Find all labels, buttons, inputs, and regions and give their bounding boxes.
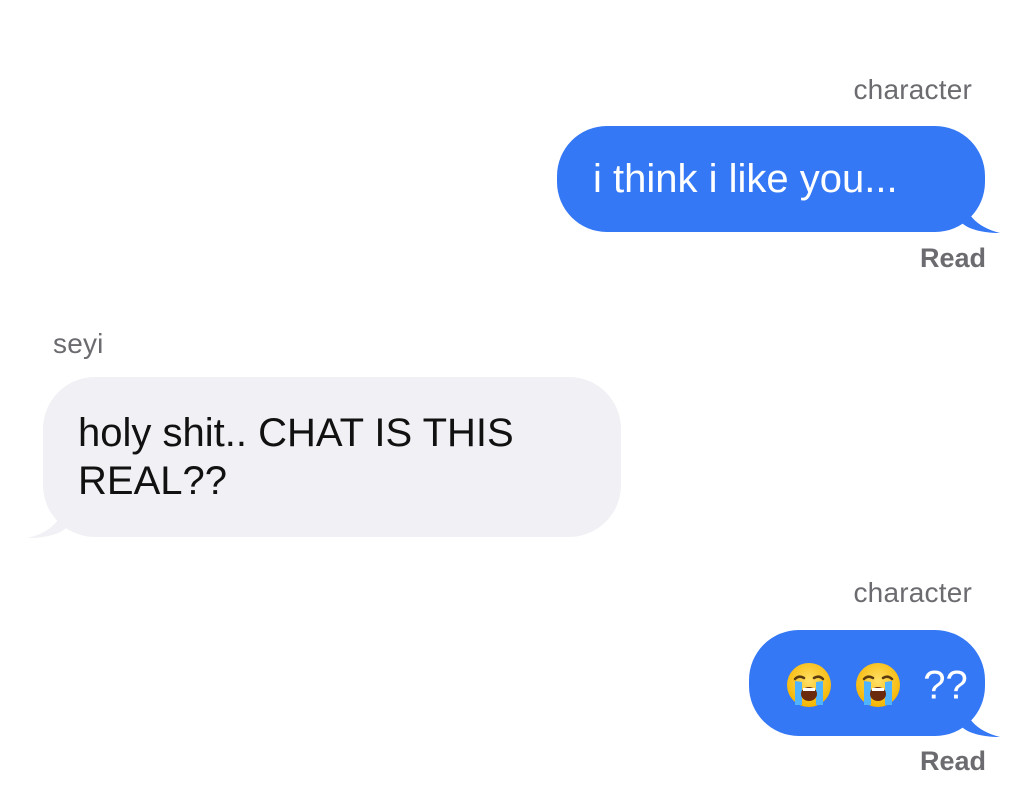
message-bubble-outgoing[interactable]: i think i like you...: [557, 126, 985, 232]
sender-name: character: [853, 74, 972, 105]
loudly-crying-face-icon: [787, 663, 831, 708]
sender-name: seyi: [53, 328, 104, 359]
message-text: i think i like you...: [593, 157, 898, 201]
read-receipt: Read: [919, 746, 986, 776]
message-bubble-incoming[interactable]: holy shit.. CHAT IS THIS REAL??: [43, 377, 621, 537]
sender-name: character: [853, 577, 972, 608]
message-text: holy shit.. CHAT IS THIS REAL??: [78, 411, 514, 503]
read-receipt: Read: [919, 243, 986, 273]
loudly-crying-face-icon: [856, 663, 901, 708]
message-text: ??: [923, 663, 968, 708]
message-bubble-outgoing[interactable]: ??: [749, 630, 985, 736]
